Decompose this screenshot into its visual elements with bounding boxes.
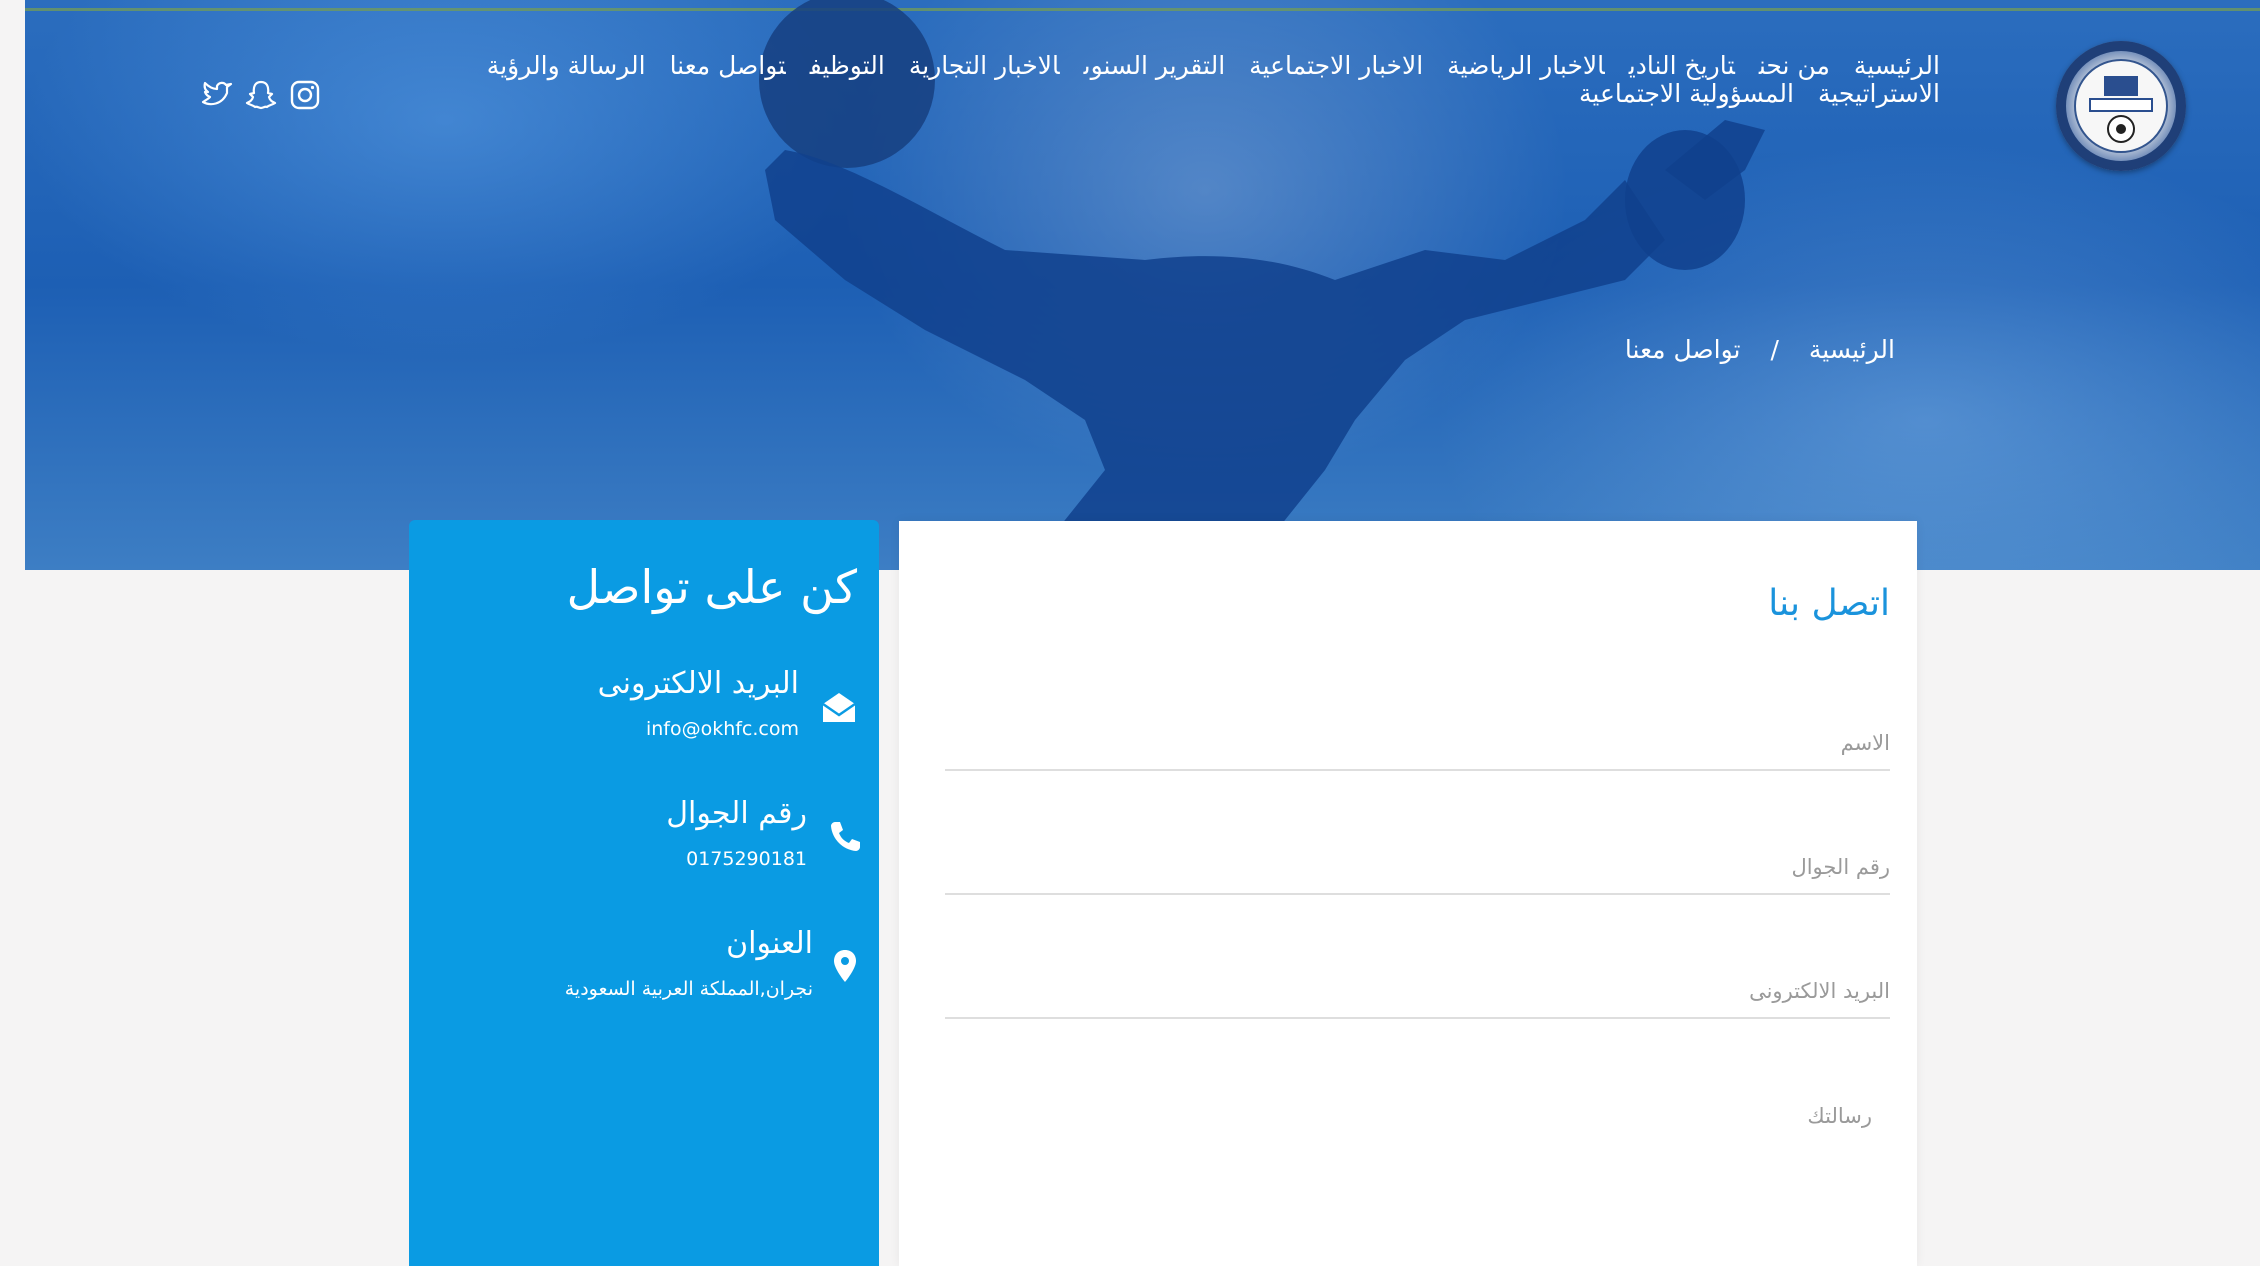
- contact-form-card: اتصل بنا: [899, 521, 1917, 1266]
- nav-social-responsibility[interactable]: المسؤولية الاجتماعية: [1579, 79, 1794, 108]
- info-card-title: كن على تواصل: [566, 560, 857, 614]
- main-nav: الرئيسية من نحن تاريخ النادي الاخبار الرياض…: [405, 52, 1940, 108]
- email-value[interactable]: info@okhfc.com: [646, 718, 799, 740]
- message-textarea[interactable]: [945, 1104, 1890, 1238]
- nav-contact[interactable]: تواصل معنا: [670, 51, 786, 80]
- phone-value[interactable]: 0175290181: [686, 848, 807, 870]
- breadcrumb-current: تواصل معنا: [1624, 335, 1741, 364]
- address-value: نجران,المملكة العربية السعودية: [564, 978, 813, 1000]
- contact-form-title: اتصل بنا: [1768, 583, 1890, 624]
- nav-annual-report[interactable]: التقرير السنوى: [1084, 51, 1226, 80]
- nav-home[interactable]: الرئيسية: [1854, 51, 1940, 80]
- location-pin-icon: [825, 946, 865, 986]
- hero-banner: الرئيسية من نحن تاريخ النادي الاخبار الرياض…: [25, 0, 2260, 570]
- nav-about[interactable]: من نحن: [1759, 51, 1830, 80]
- contact-info-card: كن على تواصل البريد الالكترونى info@okhf…: [409, 520, 879, 1266]
- phone-input[interactable]: [945, 855, 1890, 895]
- nav-mission-vision[interactable]: الرسالة والرؤية: [487, 51, 646, 80]
- breadcrumb: الرئيسية / تواصل معنا: [1525, 335, 1895, 364]
- club-crest-icon: [2056, 41, 2186, 171]
- address-label: العنوان: [726, 926, 813, 961]
- instagram-icon[interactable]: [288, 78, 322, 112]
- nav-social-news[interactable]: الاخبار الاجتماعية: [1249, 51, 1423, 80]
- envelope-icon: [819, 688, 859, 728]
- breadcrumb-separator: /: [1770, 335, 1779, 364]
- nav-club-history[interactable]: تاريخ النادي: [1629, 51, 1735, 80]
- twitter-icon[interactable]: [200, 78, 234, 112]
- phone-icon: [825, 816, 865, 856]
- nav-sports-news[interactable]: الاخبار الرياضية: [1447, 51, 1605, 80]
- nav-strategy[interactable]: الاستراتيجية: [1818, 79, 1940, 108]
- breadcrumb-home[interactable]: الرئيسية: [1809, 335, 1895, 364]
- email-input[interactable]: [945, 979, 1890, 1019]
- club-logo[interactable]: [2056, 41, 2186, 171]
- nav-jobs[interactable]: التوظيف: [810, 51, 885, 80]
- email-label: البريد الالكترونى: [597, 666, 799, 701]
- name-input[interactable]: [945, 731, 1890, 771]
- phone-label: رقم الجوال: [666, 796, 807, 831]
- snapchat-icon[interactable]: [244, 78, 278, 112]
- nav-business-news[interactable]: الاخبار التجارية: [909, 51, 1060, 80]
- social-links: [200, 78, 322, 112]
